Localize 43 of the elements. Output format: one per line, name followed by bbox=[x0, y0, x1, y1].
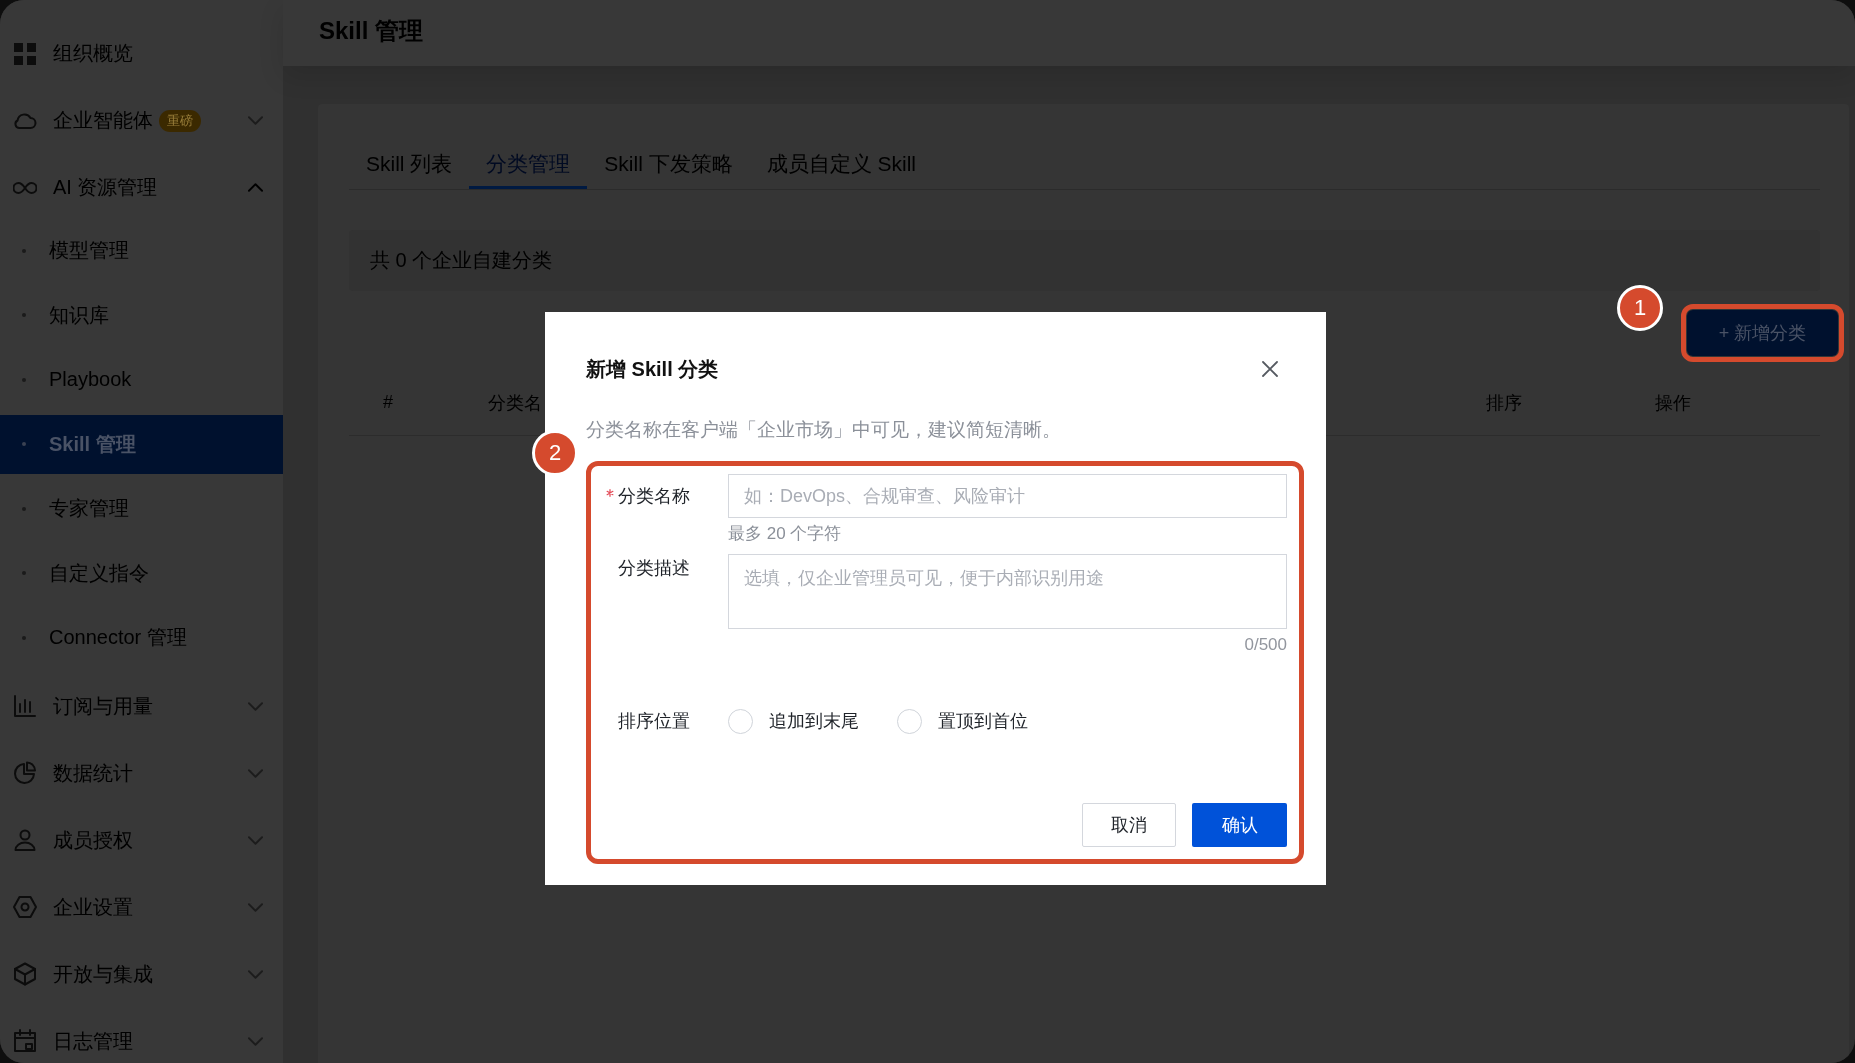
radio-option[interactable]: 追加到末尾 bbox=[728, 708, 859, 734]
calendar-icon bbox=[13, 1029, 37, 1053]
sidebar-subitem[interactable]: 知识库 bbox=[0, 285, 283, 345]
add-category-button[interactable]: + 新增分类 bbox=[1687, 310, 1838, 356]
badge: 重磅 bbox=[159, 109, 201, 132]
bar-chart-icon bbox=[13, 694, 37, 718]
sidebar-subitem[interactable]: Skill 管理 bbox=[0, 414, 283, 474]
close-icon bbox=[1262, 361, 1278, 377]
sidebar-item[interactable]: 企业设置 bbox=[0, 873, 283, 941]
person-icon bbox=[13, 828, 37, 852]
sidebar-subitem[interactable]: Connector 管理 bbox=[0, 608, 283, 667]
dialog-description: 分类名称在客户端「企业市场」中可见，建议简短清晰。 bbox=[586, 418, 1062, 442]
confirm-button[interactable]: 确认 bbox=[1192, 803, 1287, 847]
bullet-icon bbox=[22, 442, 26, 446]
sidebar-item[interactable]: 数据统计 bbox=[0, 739, 283, 807]
sidebar-item[interactable]: 开放与集成 bbox=[0, 940, 283, 1008]
sidebar-item[interactable]: 企业智能体 重磅 bbox=[0, 87, 283, 154]
sidebar-subitem[interactable]: 模型管理 bbox=[0, 221, 283, 280]
radio-option[interactable]: 置顶到首位 bbox=[897, 708, 1028, 734]
sidebar-item[interactable]: 组织概览 bbox=[0, 20, 283, 87]
field-label: 排序位置 bbox=[618, 710, 690, 732]
dialog-title: 新增 Skill 分类 bbox=[586, 357, 719, 382]
sidebar-item[interactable]: 成员授权 bbox=[0, 806, 283, 874]
char-counter: 0/500 bbox=[1244, 634, 1287, 656]
sidebar-subitem[interactable]: 专家管理 bbox=[0, 479, 283, 538]
field-label: 分类描述 bbox=[618, 557, 690, 579]
sidebar-subitem[interactable]: Playbook bbox=[0, 350, 283, 409]
column-header: # bbox=[383, 392, 393, 413]
cancel-button[interactable]: 取消 bbox=[1082, 803, 1176, 847]
field-hint: 最多 20 个字符 bbox=[728, 523, 842, 545]
sidebar-item[interactable]: AI 资源管理 bbox=[0, 154, 283, 221]
cube-icon bbox=[13, 962, 37, 986]
sidebar-item[interactable]: 日志管理 bbox=[0, 1007, 283, 1063]
textarea-field[interactable]: 选填，仅企业管理员可见，便于内部识别用途 bbox=[728, 554, 1287, 629]
sidebar-item[interactable]: 订阅与用量 bbox=[0, 672, 283, 740]
sidebar-subitem[interactable]: 自定义指令 bbox=[0, 543, 283, 603]
input-field[interactable]: 如：DevOps、合规审查、风险审计 bbox=[728, 474, 1287, 518]
settings-icon bbox=[13, 895, 37, 919]
grid-icon bbox=[13, 41, 37, 66]
page-title: Skill 管理 bbox=[319, 16, 424, 46]
callout-badge: 1 bbox=[1617, 285, 1663, 331]
field-label: 分类名称 bbox=[618, 485, 690, 507]
pie-chart-icon bbox=[13, 761, 37, 785]
